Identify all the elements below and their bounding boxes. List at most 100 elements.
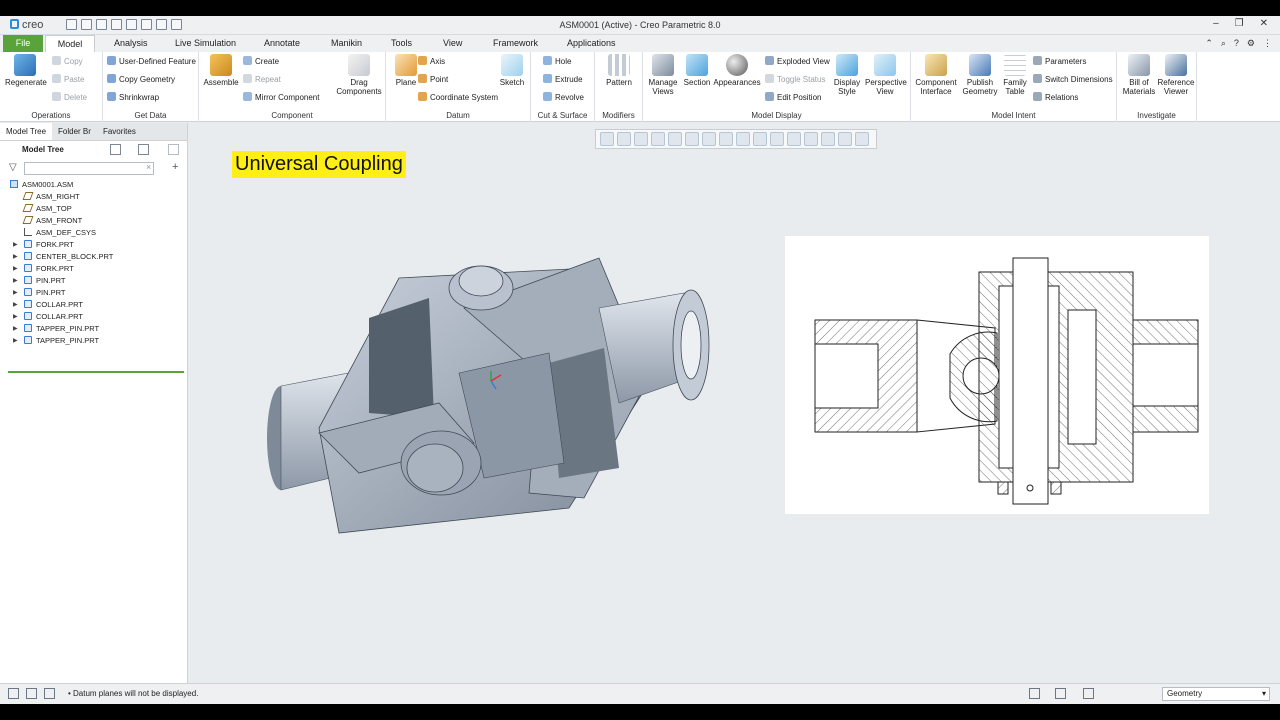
tree-search-input[interactable] — [24, 162, 154, 175]
restore-icon[interactable]: ❐ — [1235, 18, 1244, 29]
refit-icon[interactable] — [600, 132, 614, 146]
universal-coupling-3d-model[interactable] — [259, 253, 719, 543]
perspective-view-button[interactable]: Perspective View — [865, 54, 907, 96]
view-manager-icon[interactable] — [719, 132, 733, 146]
expand-icon[interactable]: ▶ — [13, 335, 18, 347]
copy-geometry-button[interactable]: Copy Geometry — [107, 74, 175, 85]
save-icon[interactable] — [96, 19, 107, 30]
expand-icon[interactable]: ▶ — [13, 239, 18, 251]
insert-here-marker[interactable] — [8, 371, 184, 373]
group-label-investigate[interactable]: Investigate — [1117, 111, 1196, 120]
tab-manikin[interactable]: Manikin — [323, 35, 370, 52]
tab-framework[interactable]: Framework — [485, 35, 546, 52]
help-icon[interactable]: ? — [1234, 38, 1239, 49]
tab-annotate[interactable]: Annotate — [256, 35, 308, 52]
tree-item[interactable]: ASM0001.ASM — [0, 179, 187, 191]
point-button[interactable]: Point — [418, 74, 448, 85]
expand-icon[interactable]: ▶ — [13, 299, 18, 311]
paste-button[interactable]: Paste — [52, 74, 84, 85]
repeat-button[interactable]: Repeat — [243, 74, 281, 85]
tree-item[interactable]: ▶ TAPPER_PIN.PRT — [0, 323, 187, 335]
relations-button[interactable]: Relations — [1033, 92, 1078, 103]
section-button[interactable]: Section — [677, 54, 717, 87]
repaint-icon[interactable] — [651, 132, 665, 146]
display-style-icon[interactable] — [702, 132, 716, 146]
tree-settings-icon[interactable] — [110, 144, 121, 155]
tree-item[interactable]: ▶ CENTER_BLOCK.PRT — [0, 251, 187, 263]
expand-icon[interactable]: ▶ — [13, 251, 18, 263]
group-label-component[interactable]: Component — [199, 111, 385, 120]
datum-filter-icon[interactable] — [821, 132, 835, 146]
tab-view[interactable]: View — [435, 35, 470, 52]
extrude-button[interactable]: Extrude — [543, 74, 583, 85]
status-icon-1[interactable] — [8, 688, 19, 699]
toggle-status-button[interactable]: Toggle Status — [765, 74, 825, 85]
mirror-component-button[interactable]: Mirror Component — [243, 92, 319, 103]
tree-item[interactable]: ASM_TOP — [0, 203, 187, 215]
tab-model-tree[interactable]: Model Tree — [0, 123, 53, 140]
group-label-model-display[interactable]: Model Display — [643, 111, 910, 120]
regenerate-button[interactable]: Regenerate — [5, 54, 47, 87]
tree-item[interactable]: ▶ COLLAR.PRT — [0, 299, 187, 311]
tree-show-icon[interactable] — [138, 144, 149, 155]
drag-components-button[interactable]: Drag Components — [336, 54, 382, 96]
parameters-button[interactable]: Parameters — [1033, 56, 1086, 67]
smart-filter-icon[interactable] — [1055, 688, 1066, 699]
coordinate-system-button[interactable]: Coordinate System — [418, 92, 498, 103]
copy-button[interactable]: Copy — [52, 56, 83, 67]
add-filter-icon[interactable]: + — [172, 161, 178, 173]
edit-position-button[interactable]: Edit Position — [765, 92, 821, 103]
group-label-get-data[interactable]: Get Data — [103, 111, 198, 120]
pause-icon[interactable] — [838, 132, 852, 146]
saved-orientations-icon[interactable] — [685, 132, 699, 146]
expand-icon[interactable]: ▶ — [13, 323, 18, 335]
search-icon[interactable]: ⌕ — [1221, 38, 1226, 49]
expand-icon[interactable]: ▶ — [13, 275, 18, 287]
reference-viewer-button[interactable]: Reference Viewer — [1155, 54, 1197, 96]
group-label-cut-surface[interactable]: Cut & Surface — [531, 111, 594, 120]
status-icon-3[interactable] — [44, 688, 55, 699]
exploded-view-button[interactable]: Exploded View — [765, 56, 830, 67]
tab-live-simulation[interactable]: Live Simulation — [167, 35, 244, 52]
component-interface-button[interactable]: Component Interface — [913, 54, 959, 96]
tree-item[interactable]: ▶ PIN.PRT — [0, 275, 187, 287]
pattern-button[interactable]: Pattern — [599, 54, 639, 87]
graphics-window[interactable]: Universal Coupling — [189, 123, 1280, 683]
regenerate-icon[interactable] — [141, 19, 152, 30]
tree-item[interactable]: ▶ FORK.PRT — [0, 239, 187, 251]
axis-button[interactable]: Axis — [418, 56, 445, 67]
open-icon[interactable] — [81, 19, 92, 30]
close-window-icon[interactable] — [171, 19, 182, 30]
tree-item[interactable]: ASM_FRONT — [0, 215, 187, 227]
spin-center-icon[interactable] — [804, 132, 818, 146]
minimize-icon[interactable]: – — [1213, 18, 1219, 29]
group-label-modifiers[interactable]: Modifiers — [595, 111, 642, 120]
view-manager-icon[interactable] — [668, 132, 682, 146]
appearances-button[interactable]: Appearances — [713, 54, 761, 87]
sketch-button[interactable]: Sketch — [494, 54, 530, 87]
create-button[interactable]: Create — [243, 56, 279, 67]
udf-button[interactable]: User-Defined Feature — [107, 56, 196, 67]
tab-favorites[interactable]: Favorites — [97, 123, 142, 140]
family-table-button[interactable]: Family Table — [997, 54, 1033, 96]
tab-applications[interactable]: Applications — [559, 35, 624, 52]
tree-item[interactable]: ▶ FORK.PRT — [0, 263, 187, 275]
new-icon[interactable] — [66, 19, 77, 30]
find-icon[interactable] — [1083, 688, 1094, 699]
windows-icon[interactable] — [156, 19, 167, 30]
assemble-button[interactable]: Assemble — [201, 54, 241, 87]
redo-icon[interactable] — [126, 19, 137, 30]
switch-dimensions-button[interactable]: Switch Dimensions — [1033, 74, 1113, 85]
tab-model[interactable]: Model — [45, 35, 95, 52]
publish-geometry-button[interactable]: Publish Geometry — [959, 54, 1001, 96]
shrinkwrap-button[interactable]: Shrinkwrap — [107, 92, 159, 103]
group-label-operations[interactable]: Operations — [0, 111, 102, 120]
tree-item[interactable]: ASM_RIGHT — [0, 191, 187, 203]
datum-display-icon[interactable] — [770, 132, 784, 146]
filter-icon[interactable]: ▽ — [9, 162, 17, 173]
group-label-model-intent[interactable]: Model Intent — [911, 111, 1116, 120]
expand-icon[interactable]: ▶ — [13, 263, 18, 275]
settings-icon[interactable]: ⚙ — [1247, 38, 1255, 49]
zoom-in-icon[interactable] — [617, 132, 631, 146]
tree-item[interactable]: ASM_DEF_CSYS — [0, 227, 187, 239]
